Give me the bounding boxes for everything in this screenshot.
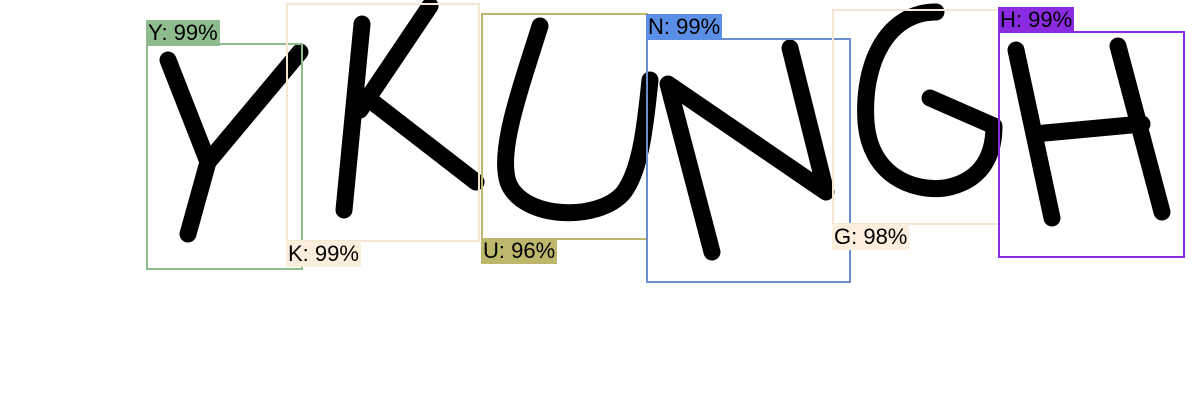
- detection-box-n: [646, 38, 851, 283]
- detection-label-k: K: 99%: [286, 241, 361, 267]
- detection-box-k: [286, 3, 480, 242]
- detection-box-y: [146, 43, 303, 270]
- detection-label-g: G: 98%: [832, 224, 910, 250]
- detection-label-h: H: 99%: [998, 7, 1075, 33]
- detection-label-u: U: 96%: [481, 238, 558, 264]
- detection-box-u: [481, 13, 648, 240]
- detection-canvas: Y: 99% K: 99% U: 96% N: 99% G: 98% H: 99…: [0, 0, 1200, 420]
- detection-label-y: Y: 99%: [146, 20, 220, 46]
- detection-label-n: N: 99%: [646, 14, 723, 40]
- detection-box-h: [998, 31, 1185, 258]
- detection-box-g: [832, 9, 1000, 225]
